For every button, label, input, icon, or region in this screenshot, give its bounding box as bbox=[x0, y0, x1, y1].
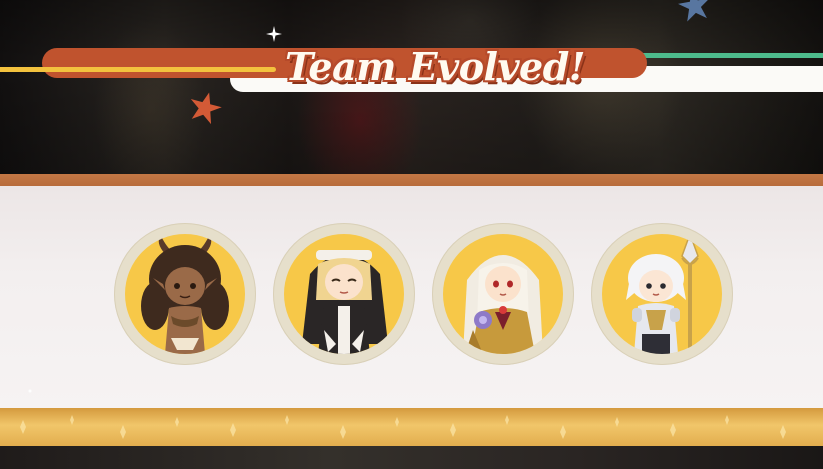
sparkle-icon bbox=[266, 26, 282, 42]
gold-sparkle-band bbox=[0, 408, 823, 446]
background-art-bottom bbox=[0, 446, 823, 469]
team-slot-3[interactable] bbox=[432, 223, 574, 365]
team-slot-2[interactable] bbox=[273, 223, 415, 365]
result-title: Team Evolved! bbox=[285, 44, 586, 89]
character-portrait bbox=[284, 234, 404, 354]
banner-yellow-line bbox=[0, 67, 276, 72]
star-icon bbox=[190, 92, 222, 125]
character-portrait bbox=[125, 234, 245, 354]
team-slot-4[interactable] bbox=[591, 223, 733, 365]
star-icon bbox=[678, 0, 710, 22]
team-slot-1[interactable] bbox=[114, 223, 256, 365]
character-portrait bbox=[443, 234, 563, 354]
character-portrait bbox=[602, 234, 722, 354]
